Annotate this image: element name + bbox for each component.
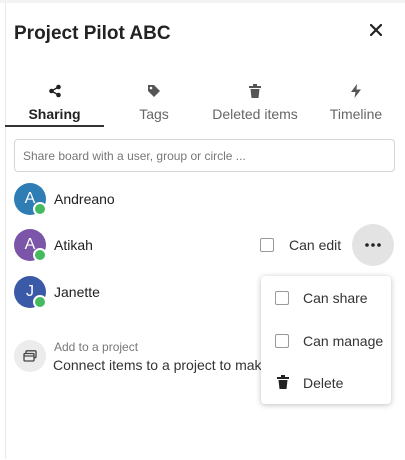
menu-item-can-share[interactable]: Can share bbox=[261, 280, 391, 316]
more-icon bbox=[365, 243, 381, 247]
menu-item-can-manage[interactable]: Can manage bbox=[261, 323, 391, 359]
project-glyph bbox=[23, 350, 37, 362]
tab-bar: Sharing Tags Deleted items Timeline bbox=[5, 78, 399, 128]
more-actions-button[interactable] bbox=[352, 224, 394, 266]
active-tab-indicator bbox=[5, 125, 104, 127]
panel-title: Project Pilot ABC bbox=[14, 23, 171, 44]
can-manage-checkbox[interactable] bbox=[275, 334, 289, 348]
menu-item-label: Can share bbox=[303, 290, 368, 306]
can-edit-label: Can edit bbox=[289, 237, 342, 253]
can-edit-checkbox[interactable] bbox=[260, 238, 274, 252]
can-share-checkbox[interactable] bbox=[275, 291, 289, 305]
permissions-menu: Can share Can manage Delete bbox=[261, 276, 391, 404]
tab-label: Deleted items bbox=[212, 106, 298, 122]
tab-label: Sharing bbox=[28, 106, 81, 122]
project-title: Add to a project bbox=[54, 340, 139, 354]
menu-item-delete[interactable]: Delete bbox=[261, 365, 391, 401]
project-icon bbox=[14, 340, 46, 372]
can-edit-toggle[interactable]: Can edit bbox=[260, 237, 341, 253]
left-divider bbox=[5, 3, 6, 459]
tag-icon bbox=[148, 85, 160, 97]
share-entry: A Andreano bbox=[14, 183, 394, 217]
menu-item-label: Can manage bbox=[303, 333, 384, 349]
share-user-name: Atikah bbox=[54, 237, 93, 253]
tab-tags[interactable]: Tags bbox=[114, 78, 194, 128]
close-icon bbox=[370, 24, 382, 36]
tab-label: Timeline bbox=[329, 106, 383, 122]
share-icon bbox=[48, 84, 61, 98]
status-indicator bbox=[33, 202, 47, 216]
tab-label: Tags bbox=[139, 106, 169, 122]
tab-deleted-items[interactable]: Deleted items bbox=[206, 78, 304, 128]
tab-sharing[interactable]: Sharing bbox=[5, 78, 104, 128]
close-button[interactable] bbox=[364, 18, 388, 42]
status-indicator bbox=[33, 295, 47, 309]
status-indicator bbox=[33, 248, 47, 262]
share-search-input[interactable] bbox=[14, 139, 395, 172]
trash-icon bbox=[277, 375, 289, 389]
lightning-icon bbox=[351, 84, 361, 98]
share-user-name: Andreano bbox=[54, 191, 115, 207]
share-entry: A Atikah Can edit bbox=[14, 224, 394, 266]
menu-item-label: Delete bbox=[303, 375, 344, 391]
tab-timeline[interactable]: Timeline bbox=[321, 78, 391, 128]
project-description: Connect items to a project to make bbox=[53, 357, 270, 373]
share-user-name: Janette bbox=[54, 284, 100, 300]
trash-icon bbox=[249, 84, 261, 98]
sidebar-panel: Project Pilot ABC Sharing Tags Deleted i… bbox=[0, 0, 405, 460]
top-divider bbox=[0, 0, 405, 3]
